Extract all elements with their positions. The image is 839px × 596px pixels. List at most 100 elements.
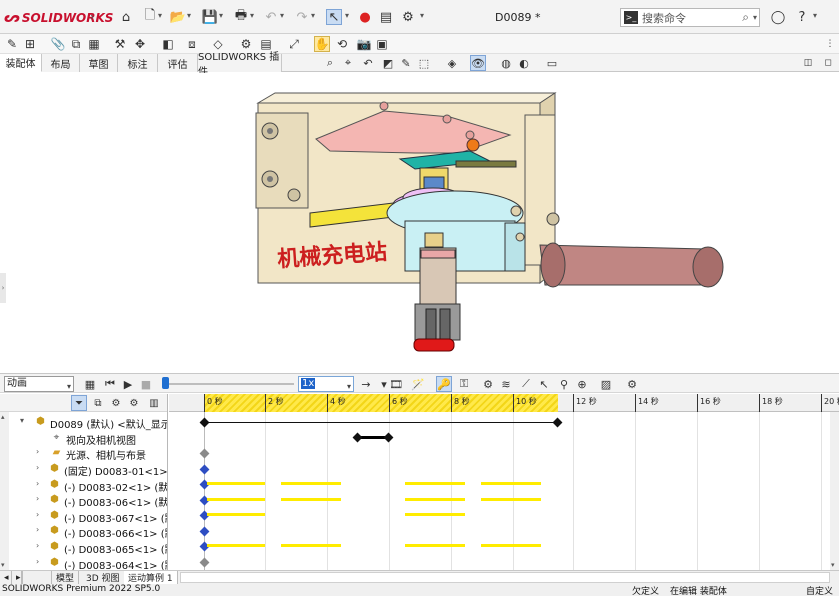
tab-model[interactable]: 模型 xyxy=(52,571,80,584)
section-view-icon[interactable]: ◩ xyxy=(380,55,396,71)
tab-3d-views[interactable]: 3D 视图 xyxy=(82,571,125,584)
autokey-icon[interactable]: 🔑 xyxy=(436,376,452,392)
home-icon[interactable]: ⌂ xyxy=(118,9,134,25)
playback-speed-dropdown-icon[interactable]: ▾ xyxy=(347,380,351,394)
playback-speed-select[interactable]: 1x ▾ xyxy=(298,376,354,392)
show-hidden-components-icon[interactable]: ◧ xyxy=(160,36,176,52)
tab-assembly[interactable]: 装配体 xyxy=(0,54,42,72)
view-settings-monitor-icon[interactable]: ▭ xyxy=(544,55,560,71)
menu-expand-chevron-icon[interactable]: › xyxy=(90,10,94,23)
filter-animated-icon[interactable]: ⧉ xyxy=(90,395,106,411)
search-icon[interactable]: ⌕ xyxy=(742,10,749,25)
keyframe[interactable] xyxy=(199,464,210,475)
component-motion-bar[interactable] xyxy=(281,498,341,501)
maximize-window-icon[interactable]: ◻ xyxy=(820,55,836,71)
damper-icon[interactable]: ⟋ xyxy=(518,376,534,392)
panel-expand-grip-icon[interactable]: › xyxy=(0,273,6,303)
edit-appearance-icon[interactable]: ◍ xyxy=(498,55,514,71)
component-motion-bar[interactable] xyxy=(207,498,265,501)
component-motion-bar[interactable] xyxy=(207,544,265,547)
filter-selected-icon[interactable]: ⚙ xyxy=(126,395,142,411)
tab-scroll-left-icon[interactable]: ◂ xyxy=(0,571,12,584)
force-icon[interactable]: ↖ xyxy=(536,376,552,392)
play-icon[interactable]: ▶ xyxy=(120,376,136,392)
hide-show-items-icon[interactable]: 👁 xyxy=(470,55,486,71)
keyframe[interactable] xyxy=(199,526,210,537)
new-document-icon[interactable]: 🗋 xyxy=(142,8,158,25)
redo-dropdown-icon[interactable]: ▾ xyxy=(311,11,315,20)
keyframe[interactable] xyxy=(199,417,210,428)
tree-item-orientation-views[interactable]: ⌖ 视向及相机视图 xyxy=(0,431,167,447)
playback-slider-track[interactable] xyxy=(166,383,294,385)
component-motion-bar[interactable] xyxy=(281,482,341,485)
contact-icon[interactable]: ⚲ xyxy=(556,376,572,392)
toolbar-overflow-icon[interactable]: ⋮ xyxy=(822,36,838,52)
graphics-area[interactable]: › 机械充电站 xyxy=(0,73,839,372)
previous-view-icon[interactable]: ↶ xyxy=(360,55,376,71)
instant3d-icon[interactable]: ✋ xyxy=(314,36,330,52)
component-motion-bar[interactable] xyxy=(405,498,465,501)
user-account-icon[interactable]: ◯ xyxy=(770,9,786,25)
tree-item-component[interactable]: › ⬢ (-) D0083-064<1> (默认) xyxy=(0,556,167,570)
tree-item-component[interactable]: › ⬢ (-) D0083-066<1> (默认) xyxy=(0,524,167,540)
collapse-icon[interactable]: ▾ xyxy=(20,416,24,425)
select-dropdown-icon[interactable]: ▾ xyxy=(345,11,349,20)
component-motion-bar[interactable] xyxy=(405,513,465,516)
print-icon[interactable]: 🖶 xyxy=(233,8,249,25)
play-from-start-icon[interactable]: ⏮ xyxy=(102,376,118,392)
assembly-duration-line[interactable] xyxy=(205,422,558,423)
keyframe[interactable] xyxy=(352,432,363,443)
custom-units-button[interactable]: 自定义 xyxy=(806,584,833,596)
options-gear-icon[interactable]: ⚙ xyxy=(400,9,416,25)
tree-item-component[interactable]: › ⬢ (-) D0083-065<1> (默认) xyxy=(0,540,167,556)
print-dropdown-icon[interactable]: ▾ xyxy=(250,11,254,20)
tab-layout[interactable]: 布局 xyxy=(42,54,80,72)
open-folder-icon[interactable]: 📂 xyxy=(170,9,186,25)
keyframe[interactable] xyxy=(199,557,210,568)
view-orientation-icon[interactable]: ⬚ xyxy=(416,55,432,71)
tab-motion-study-1[interactable]: 运动算例 1 xyxy=(124,571,178,584)
filter-icon[interactable]: ⏷ xyxy=(71,395,87,411)
expand-icon[interactable]: › xyxy=(36,479,39,488)
help-dropdown-icon[interactable]: ▾ xyxy=(813,11,817,20)
dynamic-annotation-icon[interactable]: ✎ xyxy=(398,55,414,71)
results-and-plots-icon[interactable]: ▨ xyxy=(598,376,614,392)
new-dropdown-icon[interactable]: ▾ xyxy=(158,11,162,20)
filter-results-icon[interactable]: ▥ xyxy=(146,395,162,411)
select-arrow-icon[interactable]: ↖ xyxy=(326,9,342,25)
options-dropdown-icon[interactable]: ▾ xyxy=(420,11,424,20)
keyframe[interactable] xyxy=(552,417,563,428)
timeline-vertical-scrollbar[interactable]: ▾ xyxy=(830,412,839,570)
expand-icon[interactable]: › xyxy=(36,494,39,503)
motor-icon[interactable]: ⚙ xyxy=(480,376,496,392)
apply-scene-icon[interactable]: ◐ xyxy=(516,55,532,71)
file-properties-icon[interactable]: ▤ xyxy=(378,9,394,25)
open-dropdown-icon[interactable]: ▾ xyxy=(187,11,191,20)
tree-item-component[interactable]: › ⬢ (-) D0083-067<1> (默认) xyxy=(0,509,167,525)
component-motion-bar[interactable] xyxy=(481,544,541,547)
component-motion-bar[interactable] xyxy=(281,544,341,547)
animation-wizard-icon[interactable]: 🪄 xyxy=(410,376,426,392)
restore-window-icon[interactable]: ◫ xyxy=(800,55,816,71)
motion-timeline[interactable]: 0 秒 2 秒 4 秒 6 秒 8 秒 10 秒 12 秒 14 秒 16 秒 … xyxy=(169,394,839,570)
expand-icon[interactable]: › xyxy=(36,525,39,534)
stop-icon[interactable]: ■ xyxy=(138,376,154,392)
undo-dropdown-icon[interactable]: ▾ xyxy=(280,11,284,20)
search-command-box[interactable]: >_ 搜索命令 ⌕ ▾ xyxy=(620,8,760,27)
linear-pattern-icon[interactable]: ▦ xyxy=(86,36,102,52)
component-motion-bar[interactable] xyxy=(405,544,465,547)
insert-component-icon[interactable]: ⊞ xyxy=(22,36,38,52)
take-snapshot-icon[interactable]: 📷 xyxy=(356,36,372,52)
search-input[interactable]: 搜索命令 xyxy=(642,10,686,26)
expand-icon[interactable]: › xyxy=(36,510,39,519)
add-key-icon[interactable]: ⚿ xyxy=(456,376,472,392)
save-dropdown-icon[interactable]: ▾ xyxy=(219,11,223,20)
study-type-dropdown-icon[interactable]: ▾ xyxy=(67,380,71,394)
tab-markup[interactable]: 标注 xyxy=(118,54,158,72)
spring-icon[interactable]: ≋ xyxy=(498,376,514,392)
search-dropdown-icon[interactable]: ▾ xyxy=(753,13,757,22)
tab-evaluate[interactable]: 评估 xyxy=(158,54,198,72)
component-motion-bar[interactable] xyxy=(405,482,465,485)
display-style-icon[interactable]: ◈ xyxy=(444,55,460,71)
component-motion-bar[interactable] xyxy=(481,482,541,485)
